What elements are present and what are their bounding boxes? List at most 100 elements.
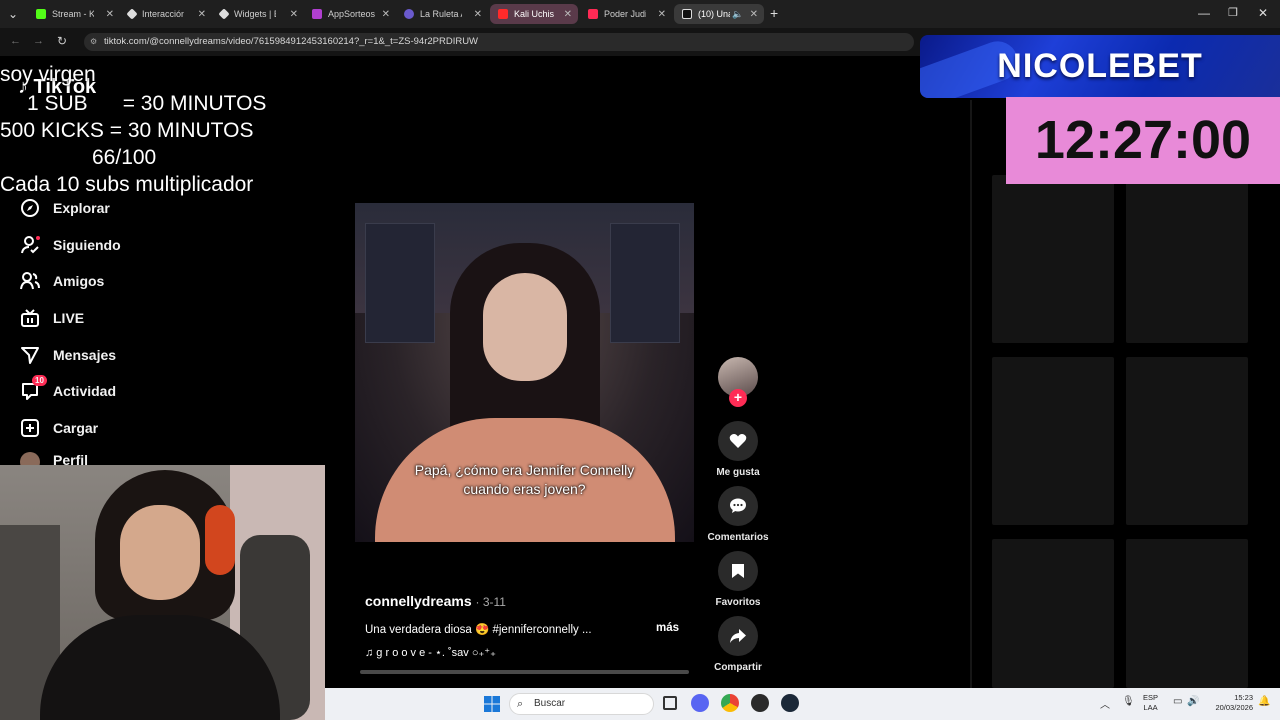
sidebar-item-amigos[interactable]: Amigos: [20, 269, 104, 293]
bookmark-icon: [732, 564, 744, 578]
tab-stream-kick[interactable]: Stream - Kick ✕: [28, 4, 120, 24]
favorites-button[interactable]: [718, 551, 758, 591]
sidebar-item-siguiendo[interactable]: Siguiendo: [20, 233, 121, 257]
messages-icon: [20, 345, 40, 365]
video-grid-card[interactable]: [1126, 357, 1248, 525]
network-icon[interactable]: ▭: [1173, 696, 1182, 707]
close-tab-icon[interactable]: ✕: [750, 9, 758, 20]
overlay-sub-rule: 1 SUB = 30 MINUTOS: [27, 92, 267, 115]
browser-tab-bar: ⌄ Stream - Kick ✕ Interacción | ✕ Widget…: [0, 0, 1280, 28]
sidebar-item-label: LIVE: [53, 310, 85, 326]
url-input[interactable]: ⚙ tiktok.com/@connellydreams/video/76159…: [84, 33, 914, 51]
video-date: · 3-11: [475, 595, 506, 609]
appsorteos-icon: [312, 9, 322, 19]
close-tab-icon[interactable]: ✕: [106, 9, 114, 20]
tab-appsorteos[interactable]: AppSorteos ✕: [304, 4, 396, 24]
forward-icon[interactable]: →: [33, 35, 44, 47]
taskbar-search-input[interactable]: ⌕ Buscar: [509, 693, 654, 715]
video-grid-card[interactable]: [992, 357, 1114, 525]
tab-widgets[interactable]: Widgets | El ✕: [212, 4, 304, 24]
tab-interaccion[interactable]: Interacción | ✕: [120, 4, 212, 24]
webcam-person-face: [120, 505, 200, 600]
video-grid-card[interactable]: [992, 539, 1114, 688]
close-tab-icon[interactable]: ✕: [382, 9, 390, 20]
follow-button[interactable]: +: [729, 389, 747, 407]
activity-badge: 10: [32, 375, 47, 386]
brand-banner: NICOLEBET: [920, 35, 1280, 98]
task-view-icon[interactable]: [663, 696, 677, 710]
sidebar-item-label: Mensajes: [53, 347, 117, 363]
taskbar-clock[interactable]: 15:23 20/03/2026: [1205, 693, 1253, 713]
kick-icon: [36, 9, 46, 19]
tab-search-icon[interactable]: ⌄: [8, 7, 18, 21]
author-name[interactable]: connellydreams: [365, 593, 472, 609]
discord-icon[interactable]: [691, 694, 709, 712]
video-subtitle: Papá, ¿cómo era Jennifer Connelly cuando…: [414, 462, 635, 497]
new-tab-button[interactable]: +: [770, 5, 778, 21]
video-player[interactable]: Papá, ¿cómo era Jennifer Connelly cuando…: [355, 203, 694, 542]
tab-poder-judicial[interactable]: Poder Judicia ✕: [580, 4, 672, 24]
close-tab-icon[interactable]: ✕: [474, 9, 482, 20]
video-grid-card[interactable]: [992, 175, 1114, 343]
video-progress-bar[interactable]: [360, 670, 689, 674]
heart-icon: [729, 434, 747, 448]
sidebar-item-actividad[interactable]: 10 Actividad: [20, 375, 116, 403]
close-window-button[interactable]: ✕: [1258, 6, 1268, 20]
close-tab-icon[interactable]: ✕: [658, 9, 666, 20]
reload-icon[interactable]: ↻: [57, 34, 67, 48]
video-person-face: [483, 273, 567, 381]
back-icon[interactable]: ←: [10, 35, 21, 47]
comments-button[interactable]: [718, 486, 758, 526]
obs-icon[interactable]: [751, 694, 769, 712]
youtube-icon: [588, 9, 598, 19]
streamelements-icon: [126, 8, 138, 20]
windows-taskbar: ⌕ Buscar ︿ 🎙 ESP LAA ▭ 🔊 15:23 20/03/202…: [325, 688, 1280, 720]
site-info-icon[interactable]: ⚙: [90, 33, 97, 51]
restore-button[interactable]: ❐: [1228, 6, 1238, 19]
brand-name: NICOLEBET: [997, 47, 1203, 85]
search-icon: ⌕: [517, 698, 524, 710]
tab-kali-uchis[interactable]: Kali Uchis - ✕: [490, 4, 578, 24]
live-icon: [20, 308, 40, 328]
share-icon: [730, 629, 746, 643]
share-label: Compartir: [714, 662, 762, 673]
overlay-multiplier: Cada 10 subs multiplicador: [0, 173, 254, 196]
minimize-button[interactable]: —: [1198, 6, 1210, 20]
tab-tiktok[interactable]: (10) Una 🔈 ✕: [674, 4, 764, 24]
sidebar-item-label: Perfil: [53, 452, 89, 466]
sidebar-item-explorar[interactable]: Explorar: [20, 196, 110, 220]
video-author-row: connellydreams · 3-11: [365, 593, 506, 609]
activity-icon: 10: [20, 375, 47, 401]
sidebar-item-perfil[interactable]: Perfil: [20, 452, 88, 466]
tray-chevron-icon[interactable]: ︿: [1100, 696, 1110, 711]
caption-more-link[interactable]: más: [656, 622, 679, 634]
tab-la-ruleta[interactable]: La Ruleta Ale ✕: [396, 4, 488, 24]
overlay-progress: 66/100: [92, 146, 157, 169]
close-tab-icon[interactable]: ✕: [198, 9, 206, 20]
countdown-timer: 12:27:00: [1034, 110, 1252, 170]
microphone-icon[interactable]: 🎙: [1122, 696, 1135, 707]
video-grid-card[interactable]: [1126, 539, 1248, 688]
windows-start-icon[interactable]: [484, 696, 500, 712]
video-grid-card[interactable]: [1126, 175, 1248, 343]
speaker-icon[interactable]: 🔈: [732, 9, 743, 20]
close-tab-icon[interactable]: ✕: [290, 9, 298, 20]
music-info[interactable]: ♫ g r o o v e - ⋆. ˚sav ○₊⁺₊: [365, 646, 496, 659]
chrome-icon[interactable]: [721, 694, 739, 712]
like-button[interactable]: [718, 421, 758, 461]
sidebar-item-label: Amigos: [53, 273, 105, 289]
language-indicator[interactable]: ESP LAA: [1143, 693, 1158, 713]
volume-icon[interactable]: 🔊: [1187, 696, 1199, 707]
streamelements-icon: [218, 8, 230, 20]
notifications-icon[interactable]: 🔔: [1258, 696, 1270, 707]
steam-icon[interactable]: [781, 694, 799, 712]
right-panel-divider: [970, 100, 972, 688]
sidebar-item-cargar[interactable]: Cargar: [20, 416, 98, 440]
sidebar-item-live[interactable]: LIVE: [20, 306, 84, 330]
comments-label: Comentarios: [707, 532, 769, 543]
share-button[interactable]: [718, 616, 758, 656]
sidebar-item-label: Cargar: [53, 420, 99, 436]
like-label: Me gusta: [716, 467, 760, 478]
sidebar-item-mensajes[interactable]: Mensajes: [20, 343, 116, 367]
close-tab-icon[interactable]: ✕: [564, 9, 572, 20]
